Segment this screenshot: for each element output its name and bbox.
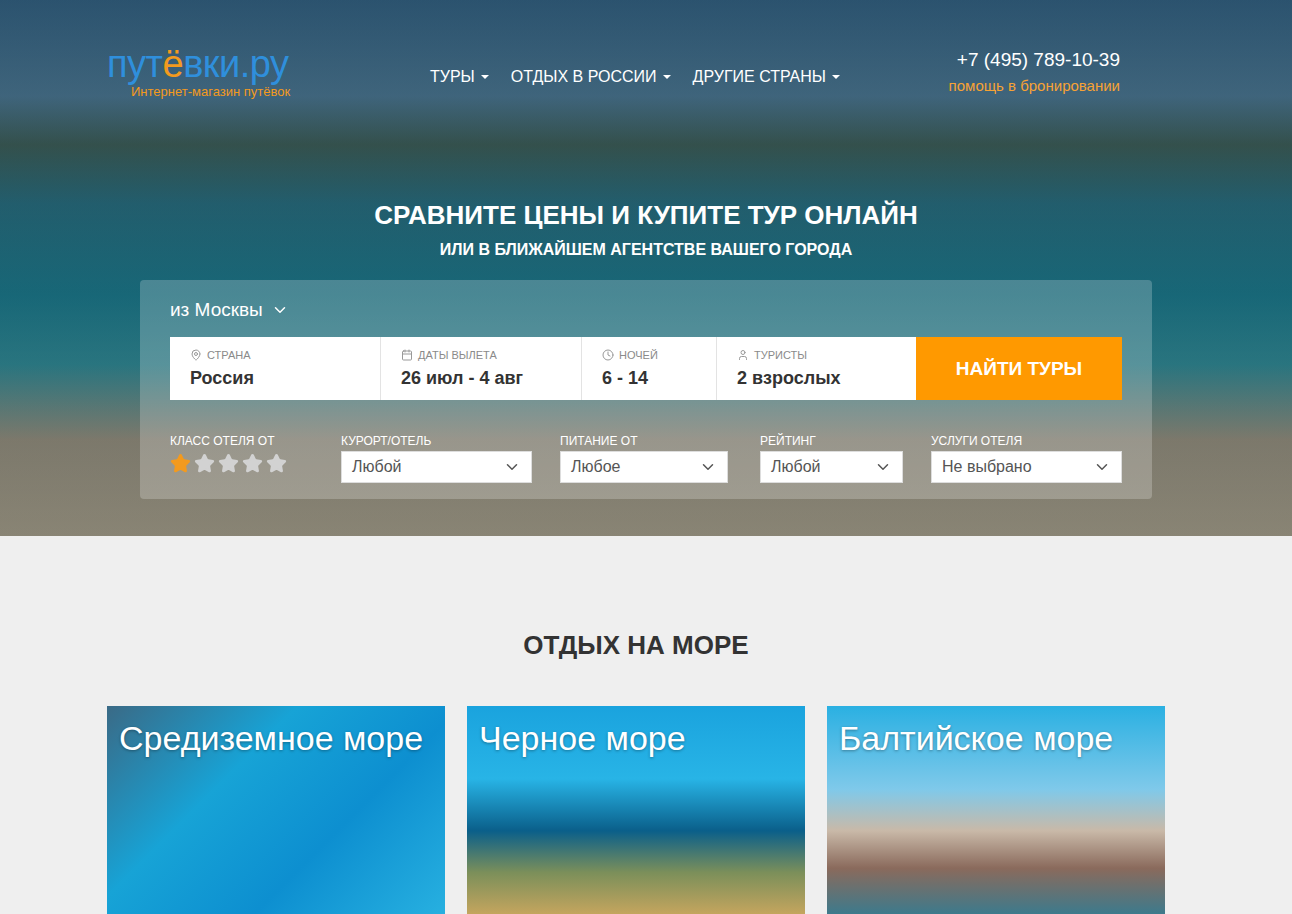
caret-icon — [832, 75, 840, 79]
caret-icon — [663, 75, 671, 79]
search-field[interactable]: СТРАНА Россия — [170, 337, 380, 400]
section-title: ОТДЫХ НА МОРЕ — [107, 628, 1165, 662]
sea-card[interactable]: Средиземное море — [107, 706, 445, 914]
caret-icon — [481, 75, 489, 79]
search-panel: из Москвы СТРАНА Россия ДАТЫ ВЫЛЕТА 26 июл -… — [140, 280, 1152, 499]
filter-label: РЕЙТИНГ — [760, 434, 903, 448]
filter: КУРОРТ/ОТЕЛЬ Любой — [341, 434, 532, 483]
origin-select[interactable]: из Москвы — [170, 297, 289, 323]
star-icon[interactable] — [218, 453, 239, 474]
chevron-down-icon — [503, 458, 521, 476]
field-label: ТУРИСТЫ — [737, 348, 896, 362]
filter-label: КЛАСС ОТЕЛЯ ОТ — [170, 434, 310, 448]
search-field[interactable]: ДАТЫ ВЫЛЕТА 26 июл - 4 авг — [380, 337, 581, 400]
sea-cards: Средиземное море Черное море Балтийское мо… — [107, 706, 1292, 914]
sea-card[interactable]: Черное море — [467, 706, 805, 914]
hotel-class: КЛАСС ОТЕЛЯ ОТ — [170, 434, 310, 483]
search-fields: СТРАНА Россия ДАТЫ ВЫЛЕТА 26 июл - 4 авг НОЧ… — [170, 337, 1122, 400]
nav-item[interactable]: ДРУГИЕ СТРАНЫ — [693, 68, 840, 86]
filter-label: КУРОРТ/ОТЕЛЬ — [341, 434, 532, 448]
main-nav: ТУРЫ ОТДЫХ В РОССИИ ДРУГИЕ СТРАНЫ — [430, 68, 840, 86]
search-field[interactable]: НОЧЕЙ 6 - 14 — [581, 337, 716, 400]
logo-tagline: Интернет-магазин путёвок — [107, 84, 332, 99]
logo-smile: ё — [162, 43, 183, 85]
field-icon — [190, 349, 202, 361]
chevron-down-icon — [699, 458, 717, 476]
star-icon[interactable] — [170, 453, 191, 474]
filter-select[interactable]: Любой — [341, 451, 532, 483]
field-label: ДАТЫ ВЫЛЕТА — [401, 348, 561, 362]
field-icon — [401, 349, 413, 361]
filter-select[interactable]: Не выбрано — [931, 451, 1122, 483]
card-title: Средиземное море — [119, 718, 433, 758]
filter-label: УСЛУГИ ОТЕЛЯ — [931, 434, 1122, 448]
chevron-down-icon — [271, 301, 289, 319]
star-icon[interactable] — [266, 453, 287, 474]
field-value: 6 - 14 — [602, 367, 696, 389]
sea-section: ОТДЫХ НА МОРЕ Средиземное море Черное море… — [0, 536, 1292, 914]
filter-label: ПИТАНИЕ ОТ — [560, 434, 728, 448]
search-field[interactable]: ТУРИСТЫ 2 взрослых — [716, 337, 916, 400]
nav-item[interactable]: ОТДЫХ В РОССИИ — [511, 68, 671, 86]
card-title: Черное море — [479, 718, 793, 758]
star-rating[interactable] — [170, 451, 310, 483]
contact: +7 (495) 789-10-39 помощь в бронировании — [949, 49, 1120, 94]
field-icon — [737, 349, 749, 361]
sea-card[interactable]: Балтийское море — [827, 706, 1165, 914]
find-button[interactable]: НАЙТИ ТУРЫ — [916, 337, 1122, 400]
field-icon — [602, 349, 614, 361]
filter: ПИТАНИЕ ОТ Любое — [560, 434, 728, 483]
logo-text[interactable]: путёвки.ру — [107, 44, 332, 84]
hero-subtitle: ИЛИ В БЛИЖАЙШЕМ АГЕНТСТВЕ ВАШЕГО ГОРОДА — [440, 239, 853, 261]
filter: УСЛУГИ ОТЕЛЯ Не выбрано — [931, 434, 1122, 483]
field-value: Россия — [190, 367, 360, 389]
chevron-down-icon — [874, 458, 892, 476]
help-link[interactable]: помощь в бронировании — [949, 77, 1120, 94]
nav-item[interactable]: ТУРЫ — [430, 68, 489, 86]
field-value: 26 июл - 4 авг — [401, 367, 561, 389]
chevron-down-icon — [1093, 458, 1111, 476]
hero: путёвки.руИнтернет-магазин путёвок ТУРЫ ОТ… — [0, 0, 1292, 536]
card-title: Балтийское море — [839, 718, 1153, 758]
filter: РЕЙТИНГ Любой — [760, 434, 903, 483]
filter-select[interactable]: Любой — [760, 451, 903, 483]
filter-select[interactable]: Любое — [560, 451, 728, 483]
logo[interactable]: путёвки.руИнтернет-магазин путёвок — [107, 44, 332, 99]
header: путёвки.руИнтернет-магазин путёвок ТУРЫ ОТ… — [107, 44, 1120, 99]
field-label: НОЧЕЙ — [602, 348, 696, 362]
field-label: СТРАНА — [190, 348, 360, 362]
filters: КЛАСС ОТЕЛЯ ОТ КУРОРТ/ОТЕЛЬ Любой ПИТАНИЕ О… — [170, 434, 1122, 483]
field-value: 2 взрослых — [737, 367, 896, 389]
hero-title: СРАВНИТЕ ЦЕНЫ И КУПИТЕ ТУР ОНЛАЙН — [374, 199, 918, 231]
star-icon[interactable] — [194, 453, 215, 474]
phone[interactable]: +7 (495) 789-10-39 — [957, 49, 1120, 71]
star-icon[interactable] — [242, 453, 263, 474]
